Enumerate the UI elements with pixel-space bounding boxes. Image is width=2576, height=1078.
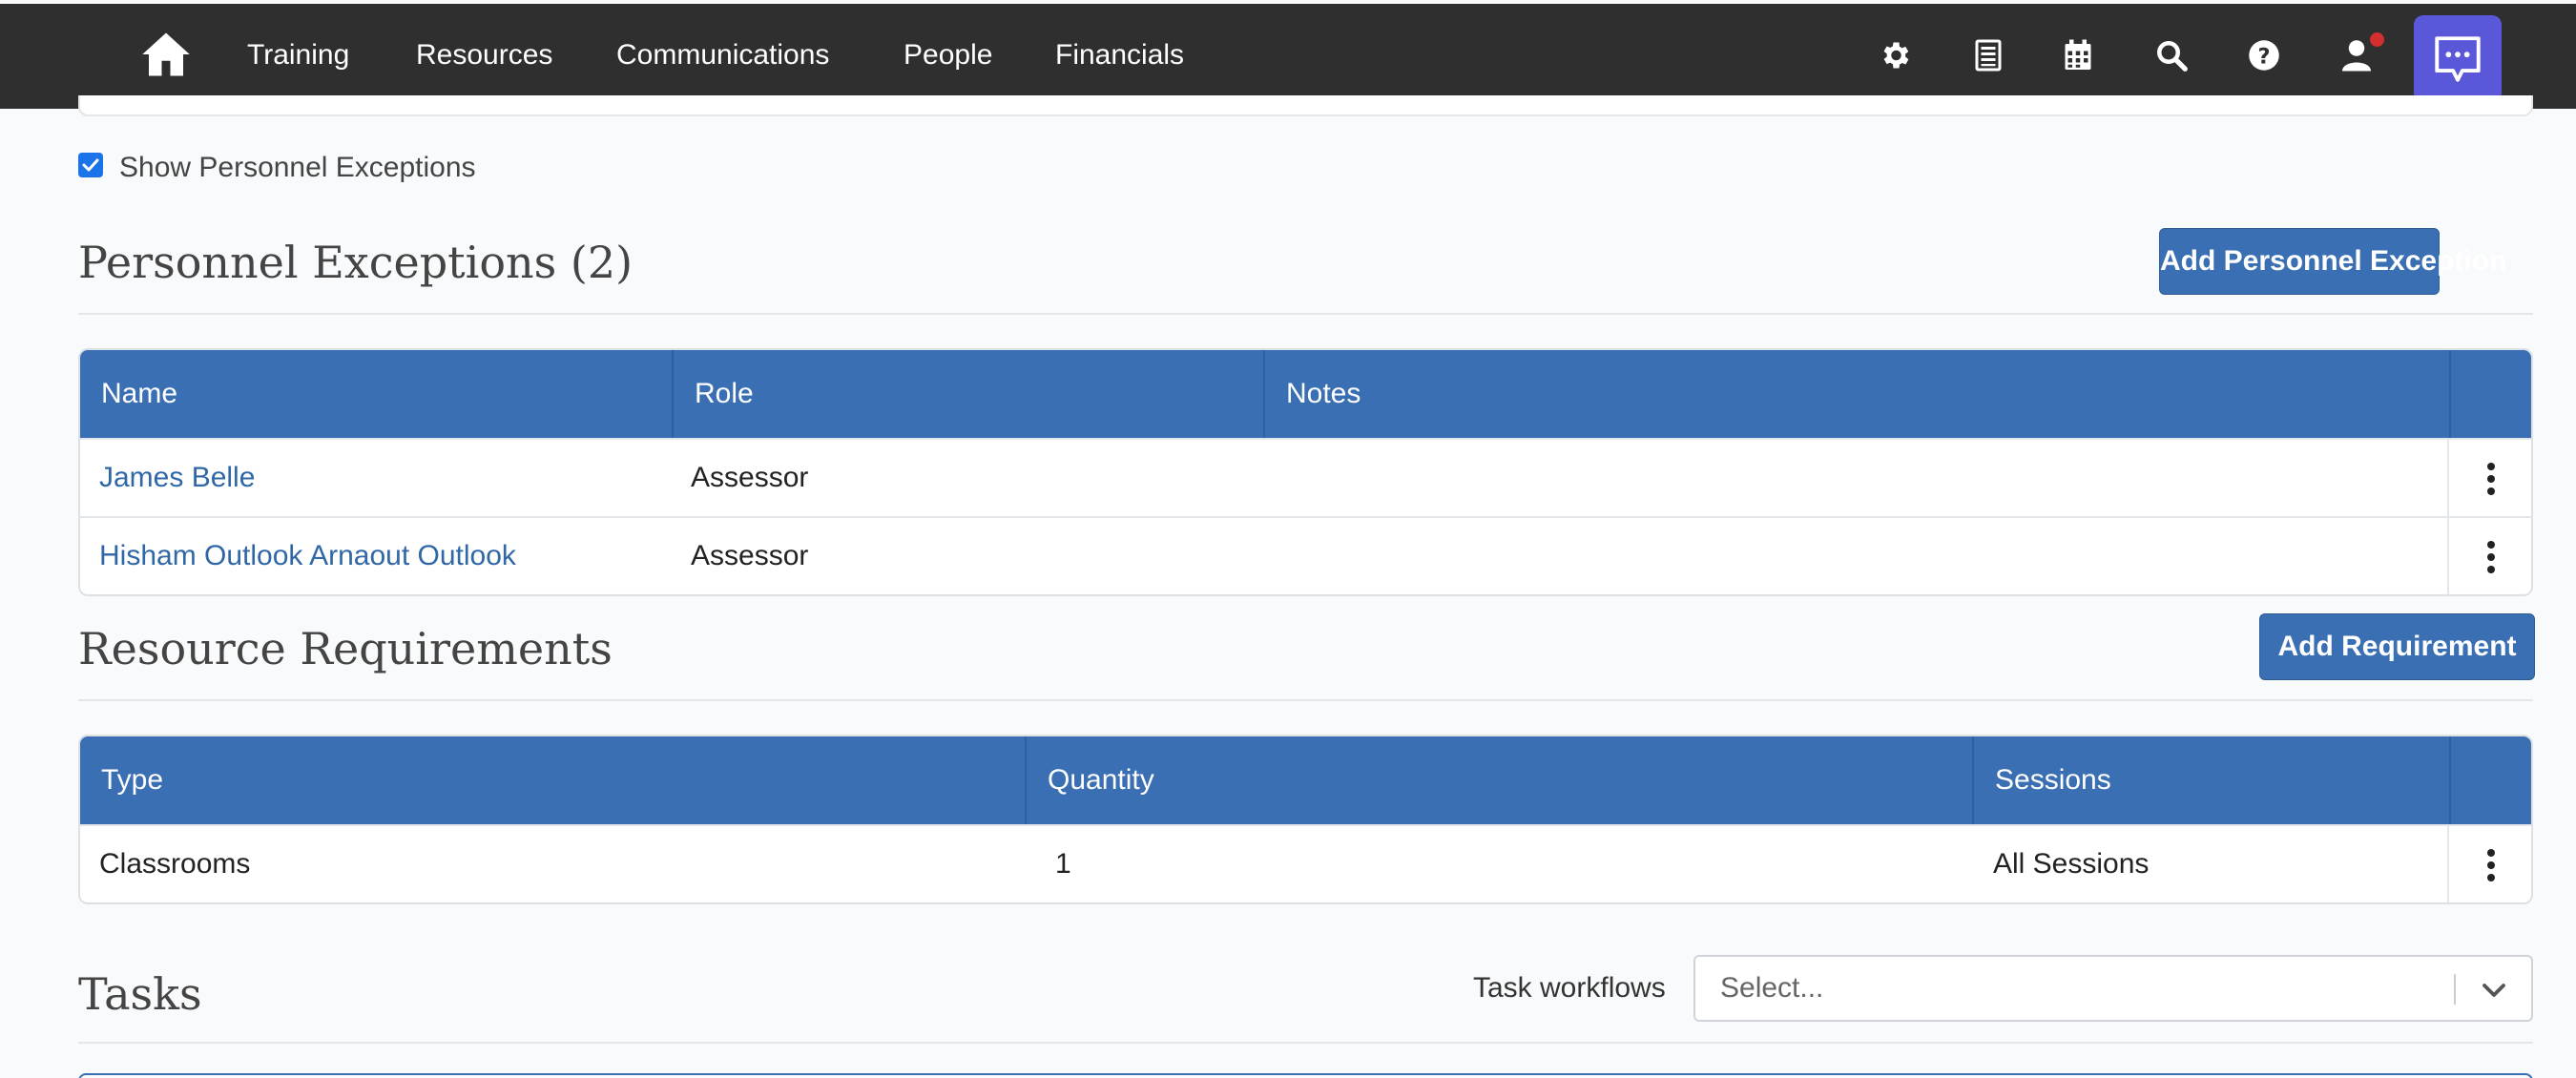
person-name-link[interactable]: James Belle (80, 440, 255, 516)
nav-financials[interactable]: Financials (1055, 36, 1184, 74)
nav-resources[interactable]: Resources (416, 36, 552, 74)
user-icon[interactable] (2339, 38, 2374, 73)
row-actions-menu-icon[interactable] (2447, 826, 2531, 902)
nav-people[interactable]: People (904, 36, 992, 74)
nav-training[interactable]: Training (247, 36, 349, 74)
column-header-role[interactable]: Role (672, 350, 1263, 438)
row-actions-menu-icon[interactable] (2447, 440, 2531, 516)
nav-communications[interactable]: Communications (616, 36, 829, 74)
column-header-actions (2449, 350, 2531, 438)
select-placeholder: Select... (1720, 972, 1824, 1004)
column-header-actions (2449, 736, 2531, 824)
person-role: Assessor (691, 540, 809, 571)
personnel-exceptions-table: Name Role Notes James Belle Assessor His… (78, 348, 2533, 596)
gear-icon[interactable] (1878, 38, 1912, 73)
column-header-sessions[interactable]: Sessions (1972, 736, 2449, 824)
column-header-quantity[interactable]: Quantity (1025, 736, 1972, 824)
row-actions-menu-icon[interactable] (2447, 518, 2531, 594)
person-name-link[interactable]: Hisham Outlook Arnaout Outlook (80, 518, 516, 594)
section-divider (78, 1042, 2533, 1044)
table-row: James Belle Assessor (80, 438, 2531, 516)
table-header: Name Role Notes (80, 350, 2531, 438)
column-header-type[interactable]: Type (80, 736, 1025, 824)
resource-requirements-table: Type Quantity Sessions Classrooms 1 All … (78, 735, 2533, 904)
task-workflows-select[interactable]: Select... (1693, 955, 2533, 1022)
column-header-notes[interactable]: Notes (1263, 350, 2449, 438)
person-notes (1263, 518, 1282, 594)
notification-badge (2370, 32, 2384, 47)
table-header: Type Quantity Sessions (80, 736, 2531, 824)
select-separator (2454, 974, 2456, 1005)
add-personnel-exception-button[interactable]: Add Personnel Exception (2159, 228, 2506, 295)
column-header-name[interactable]: Name (80, 350, 672, 438)
chevron-down-icon[interactable] (2480, 976, 2508, 1005)
top-nav: Training Resources Communications People… (0, 4, 2576, 109)
requirement-sessions: All Sessions (1993, 848, 2150, 880)
person-notes (1263, 440, 1282, 516)
add-requirement-button[interactable]: Add Requirement (2259, 613, 2535, 680)
search-icon[interactable] (2154, 38, 2189, 73)
show-personnel-exceptions-label: Show Personnel Exceptions (119, 152, 476, 183)
help-icon[interactable]: ? (2247, 38, 2281, 73)
calendar-icon[interactable] (2061, 38, 2095, 73)
chat-button[interactable] (2414, 15, 2502, 103)
resource-requirements-title: Resource Requirements (78, 623, 613, 674)
requirement-type: Classrooms (99, 848, 251, 880)
previous-panel-bottom (78, 95, 2533, 116)
requirement-quantity: 1 (1055, 848, 1071, 880)
table-row: Hisham Outlook Arnaout Outlook Assessor (80, 516, 2531, 594)
personnel-exceptions-title: Personnel Exceptions (2) (78, 237, 634, 288)
home-icon[interactable] (140, 29, 192, 80)
checkmark-icon (82, 158, 99, 172)
table-row: Classrooms 1 All Sessions (80, 824, 2531, 902)
task-workflows-label: Task workflows (1473, 972, 1666, 1004)
section-divider (78, 313, 2533, 315)
tasks-title: Tasks (78, 968, 202, 1020)
tasks-table-top-edge (78, 1073, 2533, 1078)
section-divider (78, 699, 2533, 701)
list-icon[interactable] (1971, 38, 2005, 73)
show-personnel-exceptions-checkbox[interactable] (78, 153, 103, 177)
svg-text:?: ? (2257, 44, 2270, 69)
chat-bubble-icon (2435, 36, 2481, 82)
person-role: Assessor (691, 462, 809, 493)
